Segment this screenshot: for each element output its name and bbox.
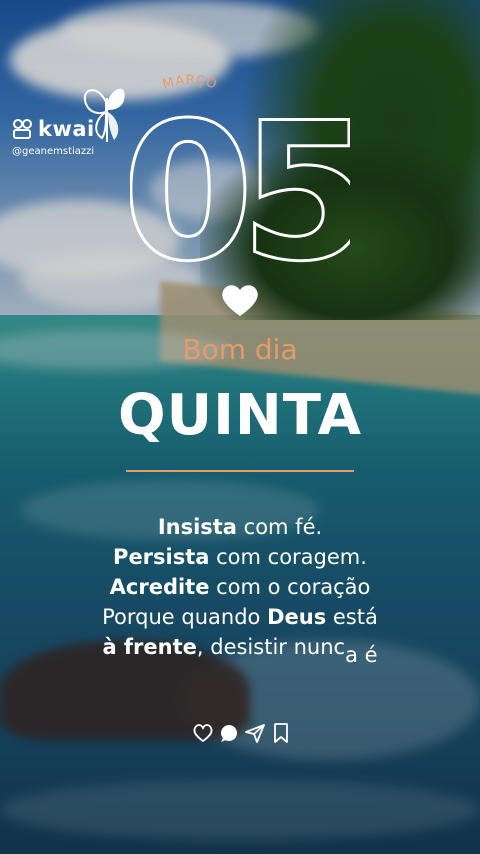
quote-bold: Acredite <box>109 575 210 599</box>
post-actions <box>192 722 292 744</box>
quote-letter: é <box>357 643 378 667</box>
quote-text: Insista com fé. Persista com coragem. Ac… <box>0 512 480 667</box>
weekday-title: QUINTA <box>118 383 362 448</box>
quote-letter: a <box>345 643 358 667</box>
user-handle: @geanemstiazzi <box>12 146 95 157</box>
heart-icon[interactable] <box>192 722 214 744</box>
quote-line: à frente, desistir nunca é <box>0 632 480 667</box>
greeting-line1: Bom dia <box>182 333 298 366</box>
quote-rest: , desistir nunc <box>196 635 346 659</box>
kwai-logo-icon <box>13 119 32 139</box>
send-icon[interactable] <box>244 722 266 744</box>
bookmark-icon[interactable] <box>270 722 292 744</box>
day-number: 05 <box>130 90 350 270</box>
quote-rest: com fé. <box>236 515 323 539</box>
quote-bold: Insista <box>157 515 237 539</box>
divider <box>126 470 354 472</box>
quote-bold: Persista <box>113 545 210 569</box>
butterfly-icon <box>83 88 125 142</box>
quote-line: Acredite com o coração <box>0 572 480 602</box>
day-text: 05 <box>130 90 350 270</box>
quote-line: Persista com coragem. <box>0 542 480 572</box>
quote-bold: Deus <box>267 605 327 629</box>
comment-icon[interactable] <box>218 722 240 744</box>
quote-rest: com o coração <box>209 575 371 599</box>
quote-line: Porque quando Deus está <box>0 602 480 632</box>
quote-rest: está <box>326 605 378 629</box>
quote-bold: à frente <box>102 635 197 659</box>
quote-rest: Porque quando <box>102 605 268 629</box>
heart-icon <box>222 285 258 316</box>
quote-rest: com coragem. <box>209 545 367 569</box>
quote-line: Insista com fé. <box>0 512 480 542</box>
